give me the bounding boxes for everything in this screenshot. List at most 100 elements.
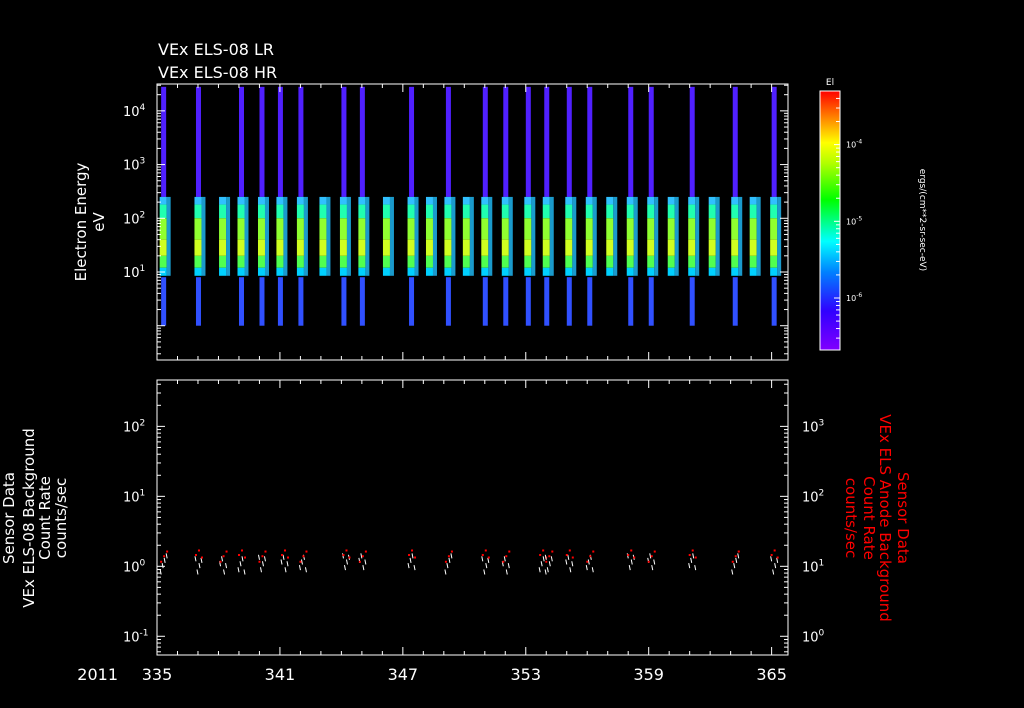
pass-band: [339, 196, 347, 205]
white-data-point: [194, 556, 197, 562]
pass-band: [626, 196, 634, 205]
white-data-point: [649, 553, 652, 559]
background-frame: [156, 379, 789, 656]
pass-band: [708, 239, 716, 256]
x-tick-label: 335: [142, 665, 173, 684]
spectrogram-pass: [194, 86, 206, 326]
colorbar-title: El: [826, 78, 834, 88]
pass-band: [606, 218, 614, 240]
pass-band: [501, 204, 509, 219]
pass-band: [524, 196, 532, 205]
spectrogram-ylabel-2: eV: [90, 212, 108, 232]
pass-band: [606, 255, 614, 268]
colorbar-tick-exponent: -5: [856, 215, 862, 222]
pass-band-edge: [592, 196, 597, 276]
pass-band-edge: [508, 196, 513, 276]
right-y-tick-label: 101: [802, 558, 824, 575]
y-tick-exponent: 1: [819, 558, 825, 568]
colorbar-tick-label: 10-4: [846, 139, 862, 150]
white-data-point: [507, 563, 510, 569]
spectrogram-ylabel-1: Electron Energy: [72, 162, 90, 281]
background-cluster: [219, 550, 228, 575]
right-y-tick-label: 102: [802, 488, 824, 505]
pass-band: [276, 218, 284, 240]
pass-band: [382, 239, 390, 256]
white-data-point: [538, 567, 541, 573]
background-cluster: [280, 549, 290, 573]
pass-band: [585, 218, 593, 240]
red-data-point: [160, 560, 163, 563]
red-data-point: [240, 549, 243, 552]
pass-band: [626, 239, 634, 256]
pass-band: [708, 204, 716, 219]
pass-band: [358, 196, 366, 205]
pass-band: [770, 255, 778, 268]
pass-band: [319, 196, 327, 205]
red-data-point: [166, 550, 169, 553]
y-tick-label: 101: [123, 264, 145, 281]
red-data-point: [264, 550, 267, 553]
title-lr: VEx ELS-08 LR: [158, 40, 274, 59]
red-data-point: [548, 555, 551, 558]
red-data-point: [694, 556, 697, 559]
spectrogram-pass: [501, 86, 513, 326]
white-data-point: [653, 559, 656, 565]
pass-band: [770, 204, 778, 219]
pass-band-edge: [432, 196, 437, 276]
pass-low-energy: [771, 277, 777, 326]
pass-band: [462, 204, 470, 219]
pass-band: [219, 239, 227, 256]
pass-band: [382, 196, 390, 205]
red-data-point: [565, 553, 568, 556]
pass-high-energy: [259, 86, 265, 197]
pass-band: [731, 204, 739, 219]
pass-band: [358, 218, 366, 240]
background-cluster: [407, 549, 417, 571]
white-data-point: [737, 553, 740, 559]
white-data-point: [243, 569, 246, 575]
pass-high-energy: [566, 86, 572, 197]
white-data-point: [540, 561, 543, 567]
pass-band: [276, 196, 284, 205]
pass-band: [319, 239, 327, 256]
red-data-point: [345, 549, 348, 552]
pass-band-edge: [244, 196, 249, 276]
white-data-point: [239, 561, 242, 567]
spectrogram-pass: [407, 86, 419, 326]
background-panel: 10-1100101102100101102103335 341 347 353 359…: [0, 379, 912, 684]
spectrogram-pass: [565, 86, 577, 326]
pass-high-energy: [161, 86, 167, 197]
red-data-point: [447, 555, 450, 558]
y-tick-exponent: 1: [140, 488, 146, 498]
pass-band: [749, 239, 757, 256]
pass-band: [407, 239, 415, 256]
spectrogram-pass: [296, 86, 308, 326]
pass-band: [626, 255, 634, 268]
colorbar-tick-label: 10-5: [846, 215, 862, 226]
pass-band: [407, 218, 415, 240]
pass-band: [296, 255, 304, 268]
pass-band: [159, 204, 167, 219]
white-data-point: [544, 569, 547, 575]
background-cluster: [358, 550, 367, 571]
pass-band-edge: [451, 196, 456, 276]
left-y-tick-label: 101: [123, 488, 145, 505]
pass-band: [194, 239, 202, 256]
pass-high-energy: [298, 86, 304, 197]
pass-band: [708, 267, 716, 276]
spectrogram-panel: 101 102 103 104 Electron Energy eV: [72, 83, 789, 361]
pass-high-energy: [544, 86, 550, 197]
red-data-point: [776, 556, 779, 559]
pass-band: [237, 218, 245, 240]
white-data-point: [444, 569, 447, 575]
pass-low-energy: [359, 277, 365, 326]
pass-band-edge: [756, 196, 761, 276]
left-y-tick-label: 100: [123, 558, 146, 575]
pass-band: [481, 255, 489, 268]
right-ylabel-line: counts/sec: [842, 478, 860, 558]
pass-band: [749, 204, 757, 219]
spectrogram-pass: [688, 86, 700, 326]
pass-band: [481, 218, 489, 240]
pass-band: [219, 196, 227, 205]
pass-band-edge: [283, 196, 288, 276]
